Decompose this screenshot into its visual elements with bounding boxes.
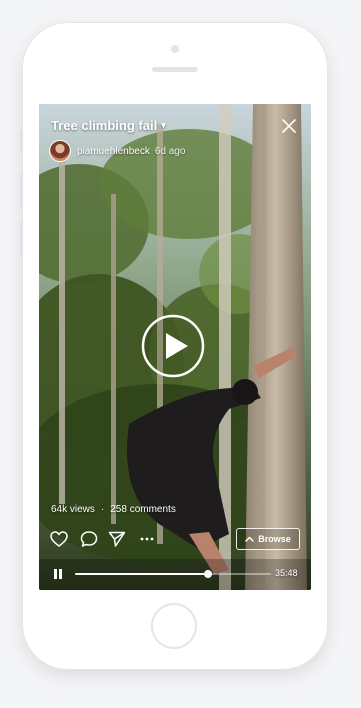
progress-fill [75,573,209,575]
phone-volume-down [20,220,23,258]
browse-button[interactable]: Browse [236,528,300,550]
posted-time: 6d ago [154,145,186,157]
home-button[interactable] [151,603,197,649]
video-title: Tree climbing fail [51,118,158,133]
progress-track[interactable] [75,570,271,578]
video-title-dropdown[interactable]: Tree climbing fail ▾ [51,118,166,133]
duration-label: 35:48 [275,568,298,578]
front-camera [171,45,179,53]
more-icon[interactable] [137,529,157,549]
views-count: 64k views [51,504,95,515]
comments-count[interactable]: 258 comments [110,504,176,515]
phone-volume-up [20,172,23,210]
close-icon[interactable] [279,116,299,136]
heart-icon[interactable] [49,529,69,549]
author-row[interactable]: piamuehlenbeck 6d ago [49,140,185,162]
stats-separator: · [100,504,105,515]
pause-icon[interactable] [53,569,63,579]
chevron-down-icon: ▾ [161,120,166,130]
phone-side-button [20,130,23,152]
avatar[interactable] [49,140,71,162]
video-screen: Tree climbing fail ▾ piamuehlenbeck 6d a… [39,104,311,590]
comment-icon[interactable] [79,529,99,549]
browse-label: Browse [258,534,291,544]
chevron-up-icon [245,536,254,542]
play-icon[interactable] [141,314,205,378]
earpiece-speaker [152,67,198,72]
send-icon[interactable] [107,529,127,549]
author-name[interactable]: piamuehlenbeck [77,146,150,157]
video-stats: 64k views · 258 comments [51,504,176,515]
